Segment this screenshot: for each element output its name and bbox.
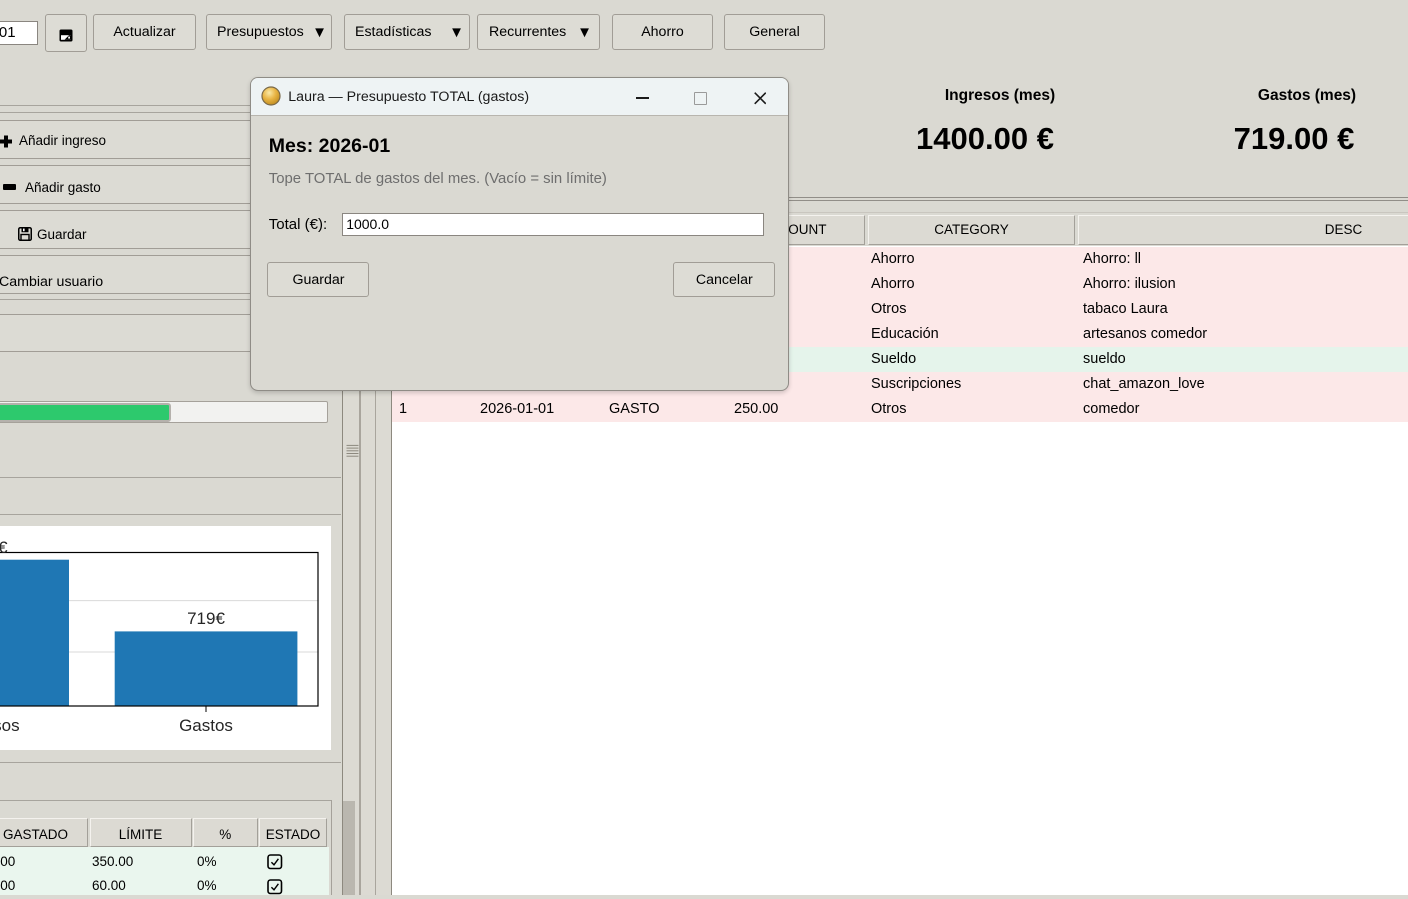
svg-text:719€: 719€	[187, 609, 225, 628]
svg-text:Ingresos: Ingresos	[0, 716, 20, 735]
svg-text:1400€: 1400€	[0, 538, 8, 557]
svg-text:Gastos: Gastos	[179, 716, 233, 735]
